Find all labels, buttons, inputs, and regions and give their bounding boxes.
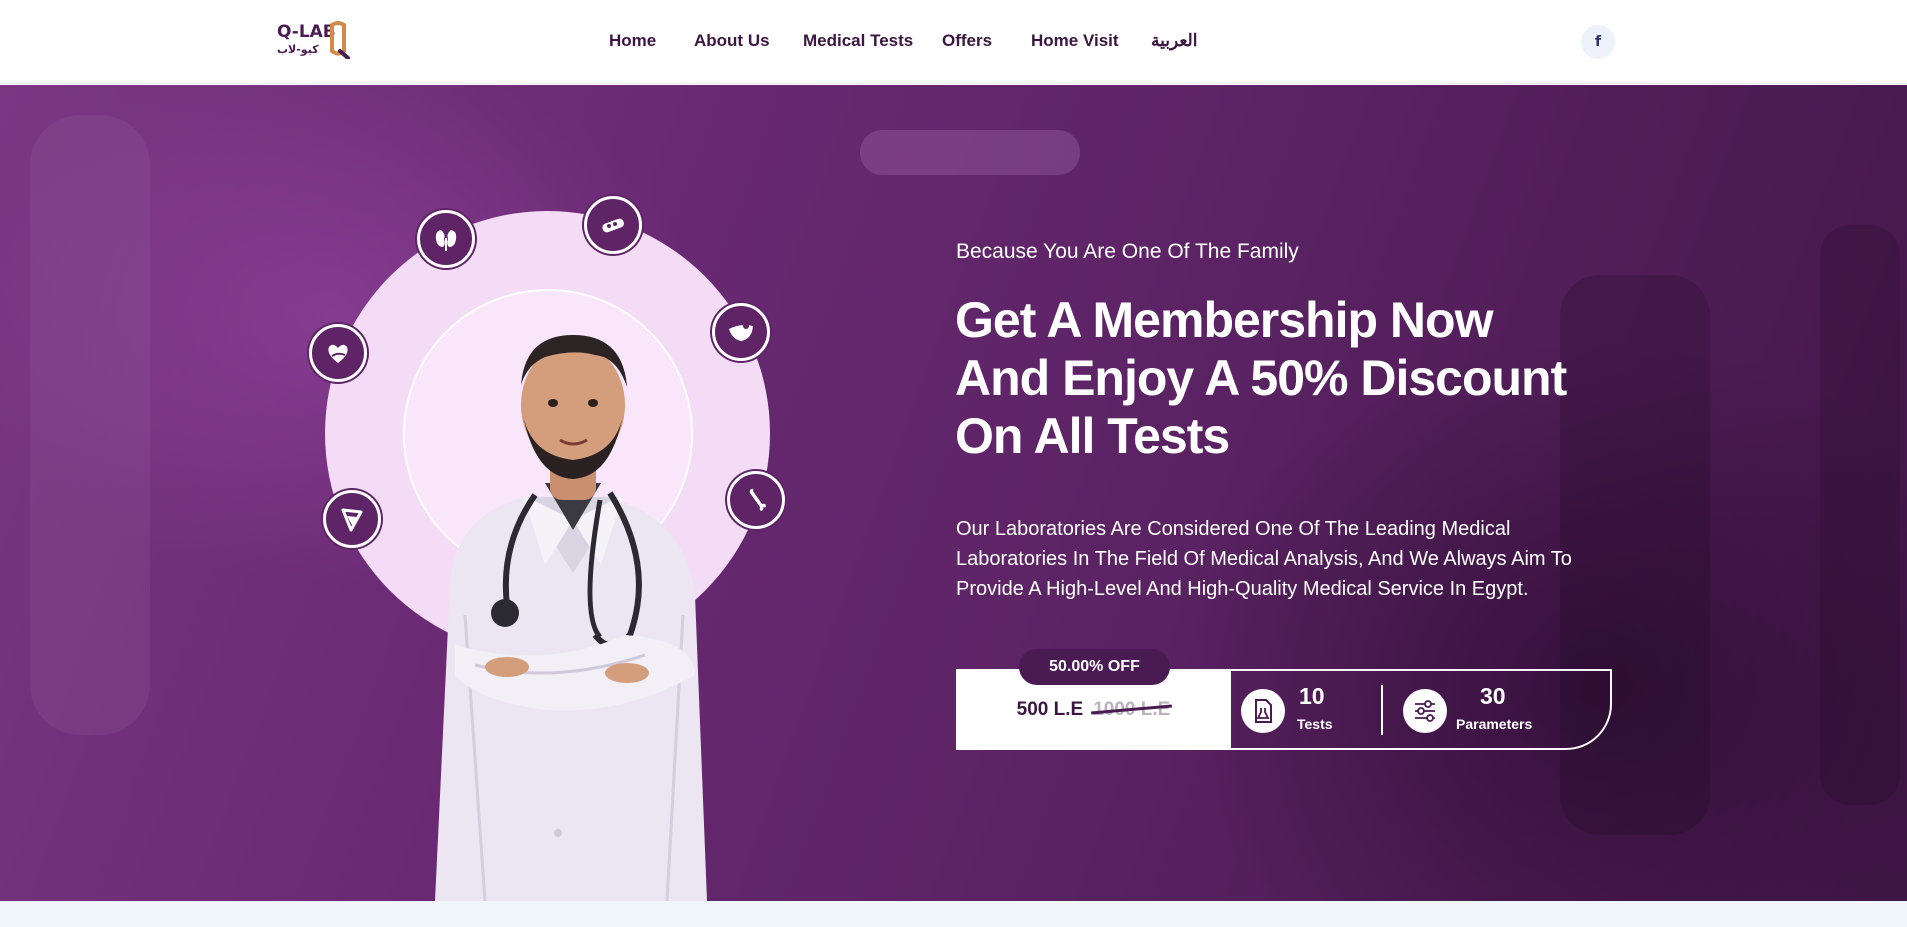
parameters-label: Parameters (1456, 716, 1533, 732)
facebook-button[interactable]: f (1581, 25, 1615, 59)
sliders-icon (1403, 689, 1447, 733)
nav-offers[interactable]: Offers (942, 31, 992, 51)
site-header: Q-LAB كيو-لاب Home About Us Medical Test… (0, 0, 1907, 84)
nav-home-visit[interactable]: Home Visit (1031, 31, 1119, 51)
kidney-icon (417, 210, 475, 268)
offer-price-current: 500 L.E (1016, 698, 1084, 720)
facebook-icon: f (1594, 34, 1602, 50)
hero-banner: Because You Are One Of The Family Get A … (0, 85, 1907, 901)
nav-language-arabic[interactable]: العربية (1151, 31, 1197, 51)
parameters-count: 30 (1480, 683, 1506, 709)
stats-divider (1381, 685, 1383, 735)
discount-badge: 50.00% OFF (1019, 649, 1170, 685)
nav-medical-tests[interactable]: Medical Tests (803, 31, 913, 51)
background-blur-shape (1820, 225, 1900, 805)
background-blur-shape (30, 115, 150, 735)
background-blur-shape (860, 130, 1080, 175)
doctor-image (435, 335, 707, 901)
heart-icon (309, 324, 367, 382)
hero-description: Our Laboratories Are Considered One Of T… (956, 518, 1572, 600)
nav-about-us[interactable]: About Us (694, 31, 770, 51)
tests-count: 10 (1299, 683, 1325, 709)
main-nav: Home About Us Medical Tests Offers Home … (0, 0, 1907, 84)
next-section-strip (0, 901, 1907, 927)
bone-icon (727, 471, 785, 529)
hero-tagline: Because You Are One Of The Family (956, 240, 1299, 263)
tests-label: Tests (1297, 716, 1333, 732)
offer-price-original: 1000 L.E (1093, 698, 1171, 720)
test-report-icon (1241, 689, 1285, 733)
offer-stats-box: 10 Tests 30 Parameters (1231, 669, 1612, 750)
nav-home[interactable]: Home (609, 31, 656, 51)
thermometer-icon (584, 196, 642, 254)
hero-headline: Get A Membership Now And Enjoy A 50% Dis… (955, 292, 1567, 464)
flask-icon (323, 490, 381, 548)
